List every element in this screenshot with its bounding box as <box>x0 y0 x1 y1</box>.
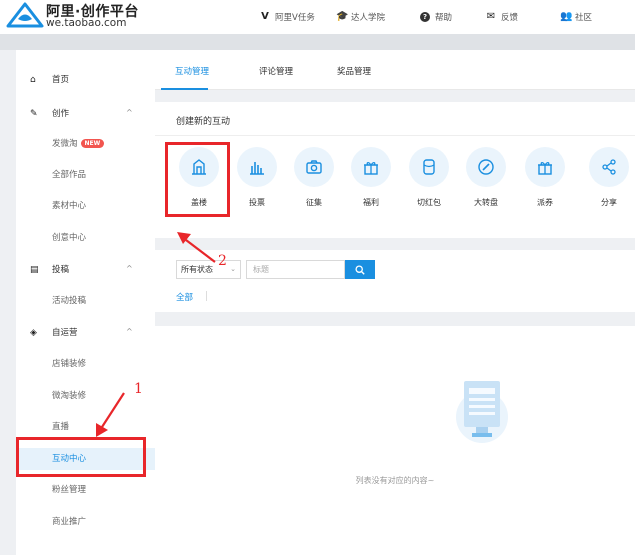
annotation-arrows <box>96 232 216 437</box>
